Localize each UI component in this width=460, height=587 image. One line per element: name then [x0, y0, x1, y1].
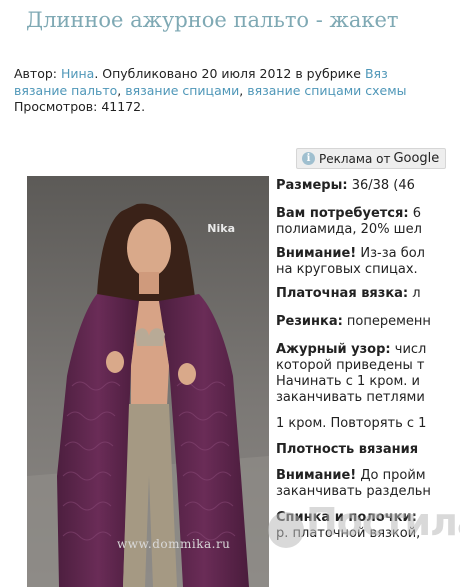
desc-attention2: Внимание! До пройм: [276, 468, 460, 484]
attention2-label: Внимание!: [276, 468, 357, 483]
coat-photo[interactable]: Nika www.dommika.ru: [27, 176, 269, 587]
lace-label: Ажурный узор:: [276, 342, 391, 357]
lace-value: числ: [390, 342, 427, 357]
desc-lace-line3: Начинать с 1 кром. и: [276, 374, 420, 389]
model-illustration: [27, 176, 269, 587]
desc-gauge: Плотность вязания: [276, 442, 419, 457]
watermark-heart-icon: [268, 512, 304, 548]
meta-line-3: Просмотров: 41172.: [14, 99, 460, 116]
category-link-knitting[interactable]: Вяз: [365, 66, 388, 81]
post-meta: Автор: Нина. Опубликовано 20 июля 2012 в…: [14, 66, 460, 116]
desc-sizes: Размеры: 36/38 (46: [276, 178, 460, 194]
desc-garter: Платочная вязка: л: [276, 286, 460, 302]
photo-watermark-logo: Nika: [207, 222, 235, 235]
garter-label: Платочная вязка:: [276, 286, 409, 301]
desc-attention: Внимание! Из-за бол: [276, 246, 460, 262]
views-label: Просмотров:: [14, 99, 102, 114]
info-icon: i: [302, 152, 315, 165]
desc-attention-line2: на круговых спицах.: [276, 262, 418, 277]
author-link[interactable]: Нина: [61, 66, 94, 81]
desc-need-line2: полиамида, 20% шел: [276, 222, 422, 237]
meta-line-2: вязание пальто, вязание спицами, вязание…: [14, 82, 407, 98]
views-count: 41172.: [101, 99, 146, 114]
desc-need: Вам потребуется: 6: [276, 206, 460, 222]
published-text: . Опубликовано 20 июля 2012 в рубрике: [94, 66, 365, 81]
need-value: 6: [408, 206, 421, 221]
ad-label: Реклама от: [319, 151, 391, 166]
category-link-schemes[interactable]: вязание спицами схемы: [247, 83, 406, 98]
category-link-coats[interactable]: вязание пальто: [14, 83, 117, 98]
ad-brand: Google: [393, 151, 440, 166]
rib-label: Резинка:: [276, 314, 343, 329]
meta-line-1: Автор: Нина. Опубликовано 20 июля 2012 в…: [14, 66, 460, 83]
desc-rib: Резинка: попеременн: [276, 314, 460, 330]
sizes-label: Размеры:: [276, 178, 348, 193]
ad-choices-badge[interactable]: i Реклама от Google: [296, 148, 446, 169]
desc-attention2-line2: заканчивать раздельн: [276, 484, 431, 499]
attention2-value: До пройм: [356, 468, 426, 483]
desc-lace-line4: заканчивать петлями: [276, 390, 425, 405]
attention-label: Внимание!: [276, 246, 357, 261]
rib-value: попеременн: [342, 314, 431, 329]
desc-lace: Ажурный узор: числ: [276, 342, 460, 358]
category-link-needles[interactable]: вязание спицами: [125, 83, 239, 98]
garter-value: л: [408, 286, 421, 301]
need-label: Вам потребуется:: [276, 206, 409, 221]
pattern-description: Размеры: 36/38 (46 Вам потребуется: 6 по…: [276, 176, 460, 542]
watermark-text: Постила: [306, 500, 460, 544]
desc-lace-line2: которой приведены т: [276, 358, 425, 373]
desc-lace-line5: 1 кром. Повторять с 1: [276, 416, 427, 431]
photo-watermark-site: www.dommika.ru: [117, 537, 231, 551]
author-label: Автор:: [14, 66, 61, 81]
sizes-value: 36/38 (46: [347, 178, 415, 193]
page-title: Длинное ажурное пальто - жакет: [26, 8, 399, 32]
attention-value: Из-за бол: [356, 246, 425, 261]
